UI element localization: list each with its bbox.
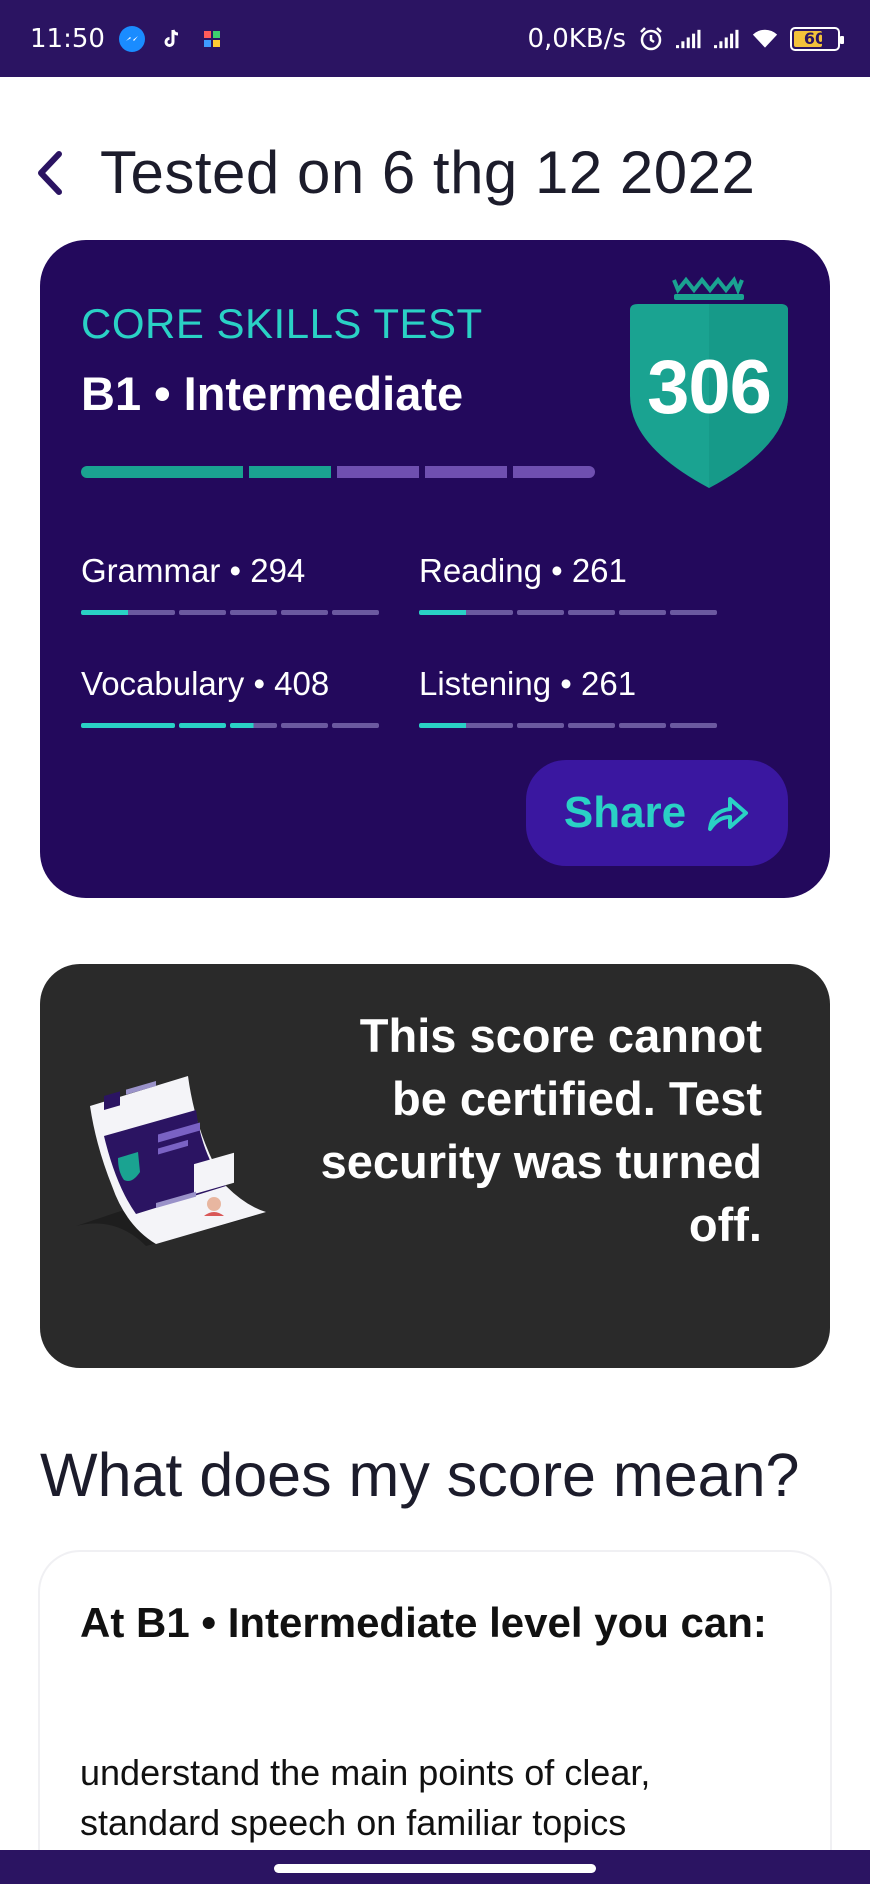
signal-icon-2 (714, 26, 740, 52)
skill-segment (332, 723, 379, 728)
skill-segment (179, 723, 226, 728)
skill-segment (517, 723, 564, 728)
skill-segment (179, 610, 226, 615)
skill-progress-bar (419, 610, 719, 615)
messenger-icon (118, 25, 145, 52)
level-label: B1 • Intermediate (81, 367, 464, 420)
skill-segment (670, 723, 717, 728)
skill-segment (419, 723, 513, 728)
skill-segment (81, 723, 175, 728)
skill-segment (619, 723, 666, 728)
battery-level: 60 (803, 29, 827, 48)
test-name: CORE SKILLS TEST (81, 300, 483, 347)
skill-segment (81, 610, 175, 615)
signal-icon-1 (676, 26, 702, 52)
alarm-icon (638, 26, 664, 52)
overall-score: 306 (647, 345, 772, 430)
skill-segment (670, 610, 717, 615)
wifi-icon (752, 26, 778, 52)
chevron-left-icon (38, 150, 62, 195)
score-card: CORE SKILLS TEST B1 • Intermediate 306 G… (40, 240, 830, 898)
skill-vocabulary: Vocabulary • 408 (81, 665, 381, 728)
tiktok-icon (159, 26, 185, 52)
page-title: Tested on 6 thg 12 2022 (100, 139, 756, 206)
level-segment (249, 466, 331, 478)
page-header: Tested on 6 thg 12 2022 (30, 138, 755, 207)
certification-message: This score cannot be certified. Test sec… (320, 1009, 762, 1251)
level-segment (337, 466, 419, 478)
skill-segment (281, 610, 328, 615)
skill-label: Vocabulary • 408 (81, 665, 330, 702)
skill-segment (517, 610, 564, 615)
skill-segment (568, 610, 615, 615)
share-label: Share (563, 788, 687, 837)
skill-segment (332, 610, 379, 615)
skill-segment (230, 610, 277, 615)
level-description-card: At B1 • Intermediate level you can: unde… (40, 1552, 830, 1884)
skill-label: Listening • 261 (419, 665, 637, 702)
skill-reading: Reading • 261 (419, 552, 719, 615)
skill-label: Grammar • 294 (81, 552, 306, 589)
puzzle-app-icon (199, 26, 225, 52)
skill-grammar: Grammar • 294 (81, 552, 381, 615)
home-gesture-handle[interactable] (274, 1864, 596, 1873)
status-bar: 11:50 0,0KB/s 60 (0, 0, 870, 77)
battery-icon: 60 (790, 26, 844, 51)
level-description-body: understand the main points of clear, sta… (80, 1752, 651, 1843)
skill-segment (230, 723, 277, 728)
skill-progress-bar (419, 723, 719, 728)
skill-label: Reading • 261 (419, 552, 627, 589)
skill-segment (619, 610, 666, 615)
share-arrow-icon (708, 797, 749, 831)
level-description-heading: At B1 • Intermediate level you can: (80, 1599, 767, 1646)
skill-progress-bar (81, 723, 381, 728)
skill-segment (419, 610, 513, 615)
skill-segment (568, 723, 615, 728)
network-speed: 0,0KB/s (527, 23, 626, 54)
skill-segment (281, 723, 328, 728)
certificate-illustration (76, 1076, 266, 1246)
certification-notice-card: This score cannot be certified. Test sec… (40, 964, 830, 1368)
skill-progress-bar (81, 610, 381, 615)
section-title: What does my score mean? (40, 1441, 800, 1509)
level-segment (81, 466, 243, 478)
back-button[interactable] (30, 145, 70, 201)
status-time: 11:50 (30, 23, 105, 54)
level-segment (425, 466, 507, 478)
share-button[interactable]: Share (526, 760, 788, 866)
level-progress-bar (81, 466, 595, 478)
level-segment (513, 466, 595, 478)
skill-listening: Listening • 261 (419, 665, 719, 728)
